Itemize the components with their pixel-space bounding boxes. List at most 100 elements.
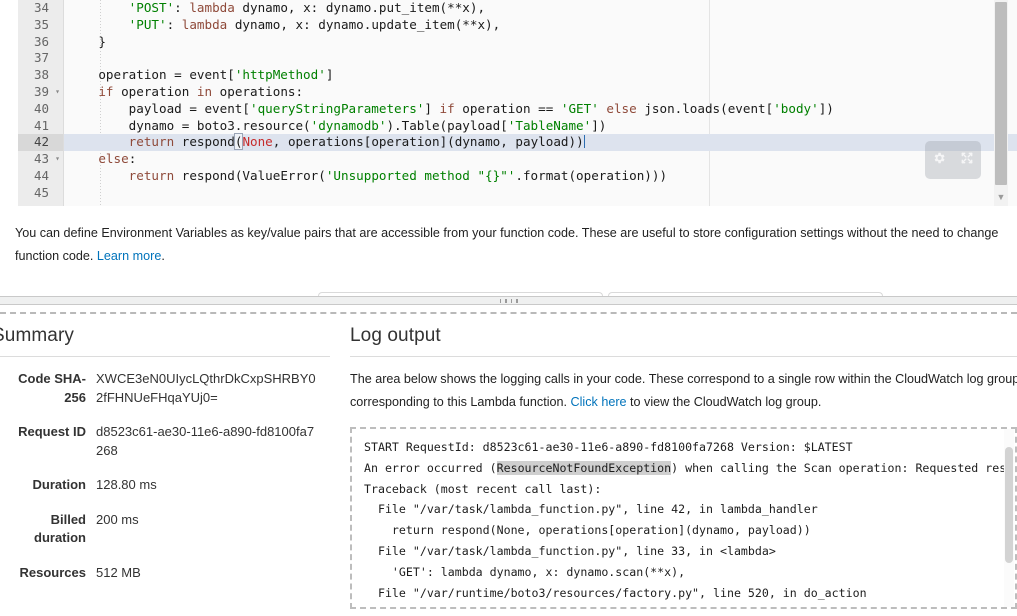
summary-row: Request ID d8523c61-ae30-11e6-a890-fd8100… xyxy=(0,423,320,476)
summary-row: Duration 128.80 ms xyxy=(0,476,320,511)
log-text: return respond(None, operations[operatio… xyxy=(364,523,811,538)
log-output-description: The area below shows the logging calls i… xyxy=(350,368,1017,414)
code-token: 'httpMethod' xyxy=(234,67,326,83)
log-line: An error occurred (ResourceNotFoundExcep… xyxy=(364,458,1013,479)
summary-row-label: Request ID xyxy=(18,424,86,439)
code-line[interactable]: 'POST': lambda dynamo, x: dynamo.put_ite… xyxy=(64,0,1017,17)
summary-section: Summary Code SHA-256 XWCE3eN0UIycLQthrDkC… xyxy=(0,325,330,598)
code-token: operation xyxy=(113,83,197,99)
code-line[interactable]: return respond(None, operations[operatio… xyxy=(64,133,1017,152)
code-token: 'queryStringParameters' xyxy=(249,100,425,116)
editor-left-padding xyxy=(0,0,18,206)
editor-code-area[interactable]: 'POST': lambda dynamo, x: dynamo.put_ite… xyxy=(64,0,1017,206)
log-text: ) when calling the Scan operation: Reque… xyxy=(671,460,1014,475)
summary-title-rule xyxy=(0,356,330,357)
code-token: dynamo, x: dynamo.update_item(**x), xyxy=(227,16,501,32)
log-vertical-scrollbar[interactable] xyxy=(1004,429,1014,607)
code-token: return xyxy=(128,167,175,183)
line-number[interactable]: 42 xyxy=(18,134,63,152)
log-line: File "/var/task/lambda_function.py", lin… xyxy=(364,499,1005,520)
gear-icon[interactable] xyxy=(932,151,946,170)
code-token: 'Unsupported method "{}"' xyxy=(325,167,516,183)
editor-scrollbar-thumb[interactable] xyxy=(995,2,1007,185)
panel-splitter[interactable] xyxy=(0,296,1017,305)
code-fold-toggle-icon[interactable]: ▾ xyxy=(55,151,60,168)
code-token: if xyxy=(98,83,114,99)
line-number[interactable]: 34 xyxy=(18,0,63,17)
code-line[interactable]: else: xyxy=(64,151,1017,168)
summary-table: Code SHA-256 XWCE3eN0UIycLQthrDkCxpSHRBY0… xyxy=(0,370,320,598)
env-desc-text-2: . xyxy=(161,249,165,263)
editor-floating-toolbar[interactable] xyxy=(925,141,981,179)
code-line[interactable]: return respond(ValueError('Unsupported m… xyxy=(64,168,1017,185)
code-line[interactable]: payload = event['queryStringParameters']… xyxy=(64,101,1017,118)
line-number[interactable]: 40 xyxy=(18,101,63,118)
line-number[interactable]: 43 ▾ xyxy=(18,151,63,168)
line-number[interactable]: 37 xyxy=(18,50,63,67)
log-line: File "/var/task/lambda_function.py", lin… xyxy=(364,541,1005,562)
code-line[interactable]: operation = event['httpMethod'] xyxy=(64,67,1017,84)
code-token: ] xyxy=(325,67,334,83)
log-output-title: Log output xyxy=(350,325,441,346)
code-editor[interactable]: 34 35 36 37 38 39 ▾ 40 41 42 43 ▾ 44 45 'POST': lambd… xyxy=(0,0,1017,206)
summary-title: Summary xyxy=(0,325,74,346)
line-number[interactable]: 44 xyxy=(18,168,63,185)
section-divider xyxy=(0,312,1017,314)
editor-line-number-gutter[interactable]: 34 35 36 37 38 39 ▾ 40 41 42 43 ▾ 44 45 xyxy=(18,0,64,206)
code-token: lambda xyxy=(189,0,235,15)
code-line[interactable]: 'PUT': lambda dynamo, x: dynamo.update_i… xyxy=(64,17,1017,34)
line-number[interactable]: 39 ▾ xyxy=(18,84,63,101)
code-token: 'body' xyxy=(773,100,819,116)
log-scrollbar-thumb[interactable] xyxy=(1005,447,1013,563)
line-number[interactable]: 41 xyxy=(18,118,63,135)
editor-vertical-scrollbar[interactable]: ▼ xyxy=(994,0,1008,206)
line-number[interactable]: 35 xyxy=(18,17,63,34)
code-token: respond(ValueError( xyxy=(174,167,326,183)
code-token: : xyxy=(166,16,182,32)
learn-more-link[interactable]: Learn more xyxy=(97,249,161,263)
code-line[interactable]: if operation in operations: xyxy=(64,84,1017,101)
summary-row: Resources 512 MB xyxy=(0,564,320,599)
code-token: 'TableName' xyxy=(507,117,592,133)
code-token: else xyxy=(98,151,129,167)
summary-row: Code SHA-256 XWCE3eN0UIycLQthrDkCxpSHRBY0… xyxy=(0,370,320,423)
log-desc-text-2: to view the CloudWatch log group. xyxy=(626,395,822,409)
code-line[interactable]: dynamo = boto3.resource('dynamodb').Tabl… xyxy=(64,118,1017,135)
splitter-grip-icon[interactable] xyxy=(499,298,518,303)
code-token: json.loads(event[ xyxy=(636,100,774,116)
code-token: ]) xyxy=(818,100,834,116)
log-text: File "/var/task/lambda_function.py", lin… xyxy=(364,502,818,517)
text-cursor xyxy=(583,135,585,149)
code-fold-toggle-icon[interactable]: ▾ xyxy=(55,84,60,101)
log-output-box[interactable]: START RequestId: d8523c61-ae30-11e6-a890… xyxy=(350,427,1017,609)
expand-icon[interactable] xyxy=(960,151,974,170)
line-number[interactable]: 36 xyxy=(18,34,63,51)
log-text: File "/var/runtime/boto3/resources/facto… xyxy=(364,585,867,600)
summary-row-label: Duration xyxy=(32,477,86,492)
line-number[interactable]: 38 xyxy=(18,67,63,84)
log-line: return respond(None, operations[operatio… xyxy=(364,520,1005,541)
code-line[interactable]: } xyxy=(64,34,1017,51)
summary-row-value: d8523c61-ae30-11e6-a890-fd8100fa7268 xyxy=(96,424,315,458)
scroll-down-arrow-icon[interactable]: ▼ xyxy=(994,190,1008,204)
code-token: dynamo = boto3.resource( xyxy=(68,117,311,133)
summary-row-value: 512 MB xyxy=(96,564,141,580)
line-number[interactable]: 45 xyxy=(18,185,63,202)
code-token: 'PUT' xyxy=(128,16,167,32)
log-output-title-rule xyxy=(350,356,1017,357)
code-token: respond xyxy=(174,134,235,150)
code-token: if xyxy=(439,100,455,116)
click-here-link[interactable]: Click here xyxy=(571,395,627,409)
summary-row-label: Billed duration xyxy=(34,511,86,546)
code-line[interactable] xyxy=(64,185,1017,202)
code-line[interactable] xyxy=(64,50,1017,67)
code-token: operation == xyxy=(454,100,561,116)
log-line: Traceback (most recent call last): xyxy=(364,479,1005,500)
summary-row-value: XWCE3eN0UIycLQthrDkCxpSHRBY02fFHNUeFHqaY… xyxy=(96,371,316,405)
summary-row-label: Resources xyxy=(19,564,86,580)
code-token: } xyxy=(68,33,106,49)
summary-row-label: Code SHA-256 xyxy=(18,371,86,405)
